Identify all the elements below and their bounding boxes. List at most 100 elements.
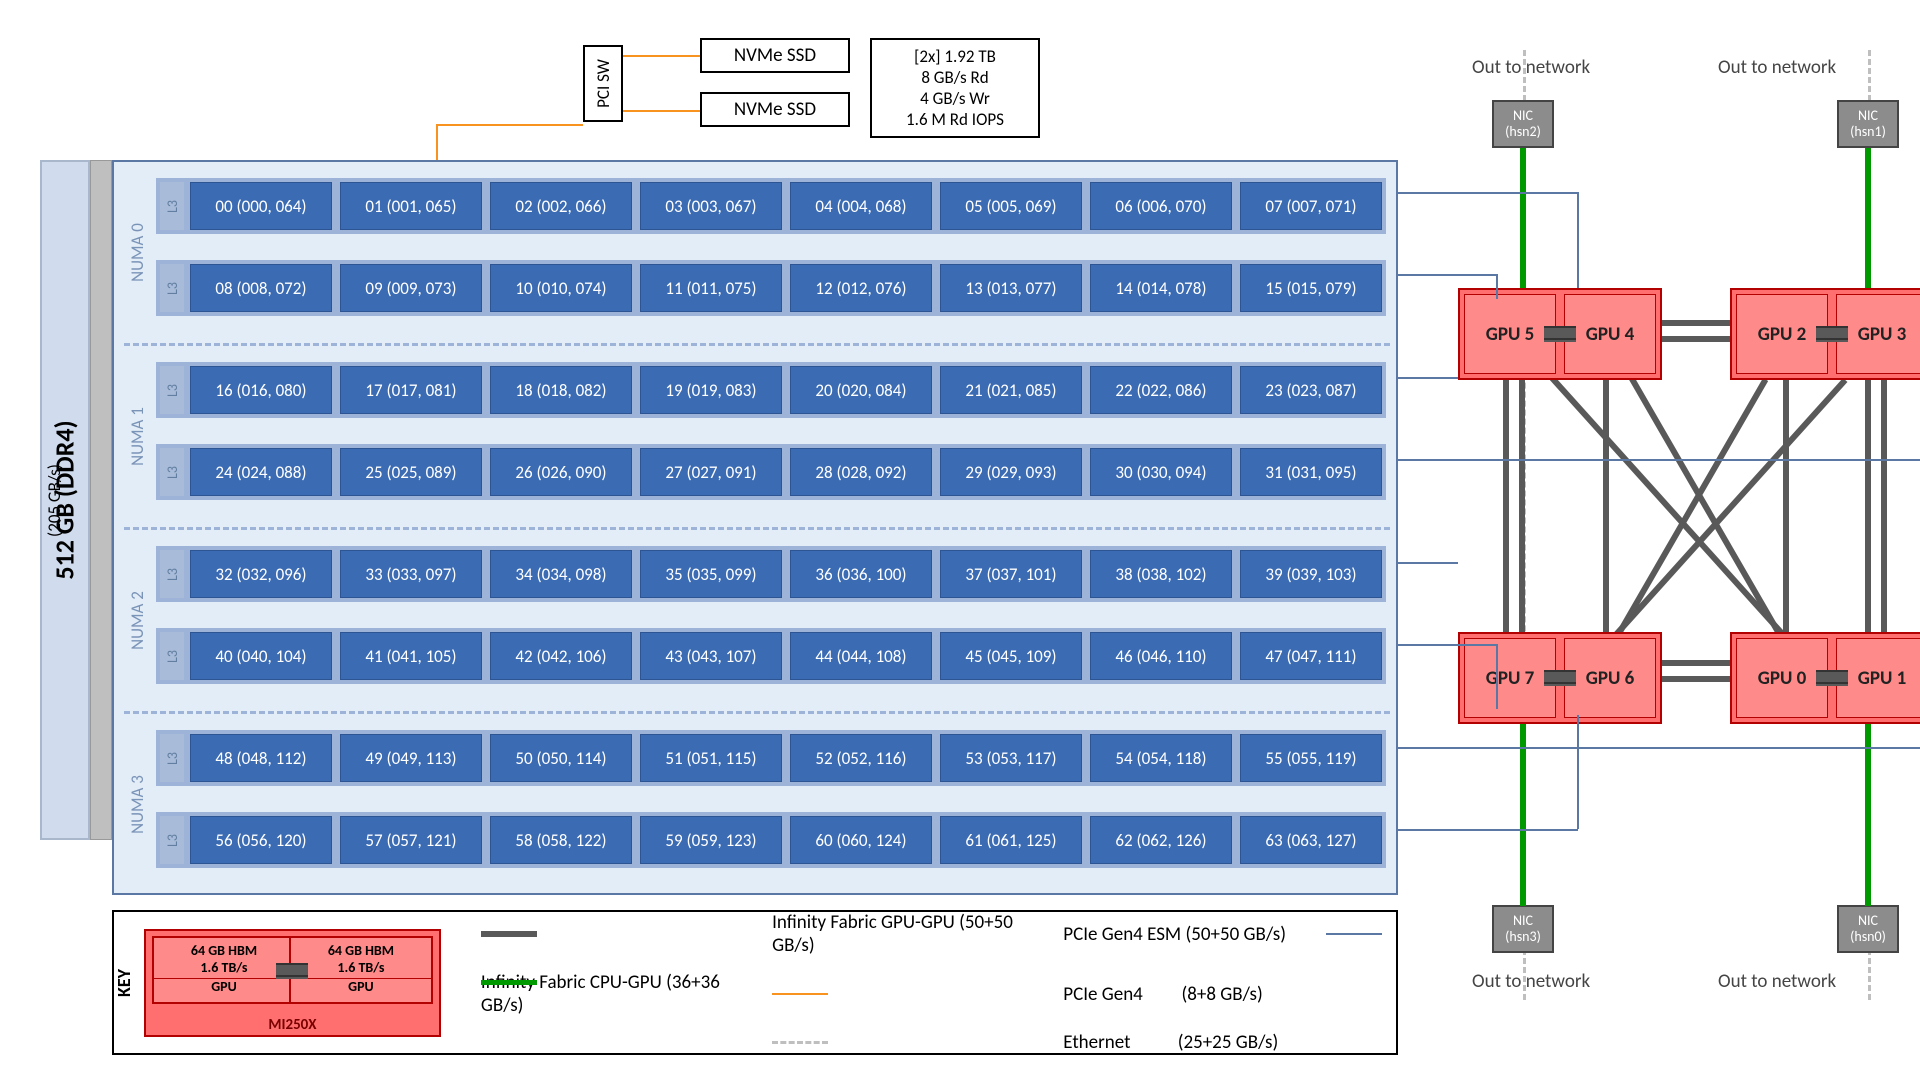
core-cell: 44 (044, 108) bbox=[790, 632, 932, 680]
key-gpu-label: GPU bbox=[291, 978, 431, 996]
core-cell: 56 (056, 120) bbox=[190, 816, 332, 864]
core-cell: 06 (006, 070) bbox=[1090, 182, 1232, 230]
core-cell: 27 (027, 091) bbox=[640, 448, 782, 496]
nic-sublabel: (hsn0) bbox=[1850, 929, 1886, 945]
core-cell: 24 (024, 088) bbox=[190, 448, 332, 496]
core-cell: 02 (002, 066) bbox=[490, 182, 632, 230]
out-to-network-label: Out to network bbox=[1718, 970, 1836, 993]
nvme-ssd-1: NVMe SSD bbox=[700, 38, 850, 73]
if-gpu-gpu-link bbox=[1660, 660, 1732, 682]
legend-text: Infinity Fabric GPU-GPU (50+50 GB/s) bbox=[772, 911, 1023, 957]
pcie-line bbox=[436, 124, 583, 126]
numa-1: NUMA 1L316 (016, 080)17 (017, 081)18 (01… bbox=[124, 348, 1390, 521]
nic-label: NIC bbox=[1513, 108, 1533, 124]
core-cell: 59 (059, 123) bbox=[640, 816, 782, 864]
core-cell: 11 (011, 075) bbox=[640, 264, 782, 312]
key-label: KEY bbox=[113, 969, 135, 997]
legend-key: KEY 64 GB HBM 1.6 TB/s GPU 64 GB HBM 1.6… bbox=[112, 910, 1398, 1055]
core-cell: 62 (062, 126) bbox=[1090, 816, 1232, 864]
if-gpu-gpu-link bbox=[1660, 320, 1732, 342]
gpu-pair-bot-right: GPU 0 GPU 1 bbox=[1730, 632, 1920, 724]
legend-text: (25+25 GB/s) bbox=[1178, 1031, 1279, 1054]
core-cell: 29 (029, 093) bbox=[940, 448, 1082, 496]
core-cell: 21 (021, 085) bbox=[940, 366, 1082, 414]
legend-sample-if-gpu bbox=[481, 931, 537, 937]
ssd-spec-line: 8 GB/s Rd bbox=[921, 67, 988, 88]
gpu-2: GPU 2 bbox=[1736, 294, 1828, 374]
if-cpu-gpu-link bbox=[1398, 829, 1578, 831]
if-gpu-gpu-link bbox=[1603, 378, 1768, 658]
if-gpu-gpu-link bbox=[1628, 375, 1793, 655]
nvme-ssd-2: NVMe SSD bbox=[700, 92, 850, 127]
if-internal bbox=[1544, 326, 1576, 342]
core-cell: 14 (014, 078) bbox=[1090, 264, 1232, 312]
core-cell: 03 (003, 067) bbox=[640, 182, 782, 230]
key-mi250x-label: MI250X bbox=[146, 1016, 439, 1034]
legend-sample-eth bbox=[772, 1041, 828, 1044]
l3-row: L316 (016, 080)17 (017, 081)18 (018, 082… bbox=[156, 362, 1386, 418]
core-cell: 50 (050, 114) bbox=[490, 734, 632, 782]
nic-sublabel: (hsn2) bbox=[1505, 124, 1541, 140]
gpu-1: GPU 1 bbox=[1836, 638, 1920, 718]
core-cell: 18 (018, 082) bbox=[490, 366, 632, 414]
if-cpu-gpu-link bbox=[1398, 192, 1578, 194]
out-to-network-label: Out to network bbox=[1472, 56, 1590, 79]
pcie-line bbox=[623, 55, 700, 57]
l3-row: L356 (056, 120)57 (057, 121)58 (058, 122… bbox=[156, 812, 1386, 868]
l3-row: L332 (032, 096)33 (033, 097)34 (034, 098… bbox=[156, 546, 1386, 602]
core-cell: 43 (043, 107) bbox=[640, 632, 782, 680]
core-cell: 35 (035, 099) bbox=[640, 550, 782, 598]
core-cell: 25 (025, 089) bbox=[340, 448, 482, 496]
legend-grid: Infinity Fabric GPU-GPU (50+50 GB/s) PCI… bbox=[481, 911, 1382, 1054]
if-cpu-gpu-link bbox=[1577, 192, 1579, 288]
gpu-pair-top-left: GPU 5 GPU 4 bbox=[1458, 288, 1662, 380]
core-cell: 63 (063, 127) bbox=[1240, 816, 1382, 864]
core-cell: 48 (048, 112) bbox=[190, 734, 332, 782]
if-cpu-gpu-link bbox=[1398, 644, 1498, 646]
core-cell: 42 (042, 106) bbox=[490, 632, 632, 680]
core-cell: 04 (004, 068) bbox=[790, 182, 932, 230]
nic-label: NIC bbox=[1513, 913, 1533, 929]
core-cell: 51 (051, 115) bbox=[640, 734, 782, 782]
pcie-line bbox=[436, 125, 438, 161]
if-cpu-gpu-link bbox=[1577, 715, 1579, 829]
core-cell: 17 (017, 081) bbox=[340, 366, 482, 414]
core-cell: 00 (000, 064) bbox=[190, 182, 332, 230]
if-internal bbox=[1816, 670, 1848, 686]
legend-text: PCIe Gen4 ESM (50+50 GB/s) bbox=[1063, 923, 1286, 946]
if-internal bbox=[1544, 670, 1576, 686]
nic-label: NIC bbox=[1858, 913, 1878, 929]
l3-row: L308 (008, 072)09 (009, 073)10 (010, 074… bbox=[156, 260, 1386, 316]
l3-row: L324 (024, 088)25 (025, 089)26 (026, 090… bbox=[156, 444, 1386, 500]
memory-bandwidth: (205 GB/s) bbox=[44, 464, 65, 537]
core-cell: 40 (040, 104) bbox=[190, 632, 332, 680]
gpu-area: Out to network Out to network Out to net… bbox=[1428, 40, 1920, 1040]
numa-2: NUMA 2L332 (032, 096)33 (033, 097)34 (03… bbox=[124, 532, 1390, 705]
core-cell: 05 (005, 069) bbox=[940, 182, 1082, 230]
core-cell: 53 (053, 117) bbox=[940, 734, 1082, 782]
gpu-0: GPU 0 bbox=[1736, 638, 1828, 718]
gpu-7: GPU 7 bbox=[1464, 638, 1556, 718]
nic-label: NIC bbox=[1858, 108, 1878, 124]
key-gpu-half: 64 GB HBM 1.6 TB/s GPU bbox=[152, 936, 296, 1004]
legend-text: Ethernet bbox=[1063, 1031, 1130, 1054]
numa-separator bbox=[124, 711, 1390, 714]
numa-separator bbox=[124, 343, 1390, 346]
core-cell: 54 (054, 118) bbox=[1090, 734, 1232, 782]
nic-hsn3: NIC(hsn3) bbox=[1492, 905, 1554, 953]
legend-text: Infinity Fabric CPU-GPU (36+36 GB/s) bbox=[481, 971, 732, 1017]
gpu-6: GPU 6 bbox=[1564, 638, 1656, 718]
legend-sample-if-cpu bbox=[1326, 933, 1382, 935]
if-cpu-gpu-link bbox=[1398, 459, 1920, 461]
key-gpu-label: GPU bbox=[154, 978, 294, 996]
pci-switch-label: PCI SW bbox=[593, 59, 614, 108]
core-cell: 19 (019, 083) bbox=[640, 366, 782, 414]
core-cell: 01 (001, 065) bbox=[340, 182, 482, 230]
key-mi250x: 64 GB HBM 1.6 TB/s GPU 64 GB HBM 1.6 TB/… bbox=[144, 929, 441, 1037]
nic-hsn2: NIC(hsn2) bbox=[1492, 100, 1554, 148]
if-cpu-gpu-link bbox=[1496, 274, 1498, 299]
core-cell: 49 (049, 113) bbox=[340, 734, 482, 782]
numa-3: NUMA 3L348 (048, 112)49 (049, 113)50 (05… bbox=[124, 716, 1390, 889]
core-cell: 36 (036, 100) bbox=[790, 550, 932, 598]
core-cell: 08 (008, 072) bbox=[190, 264, 332, 312]
